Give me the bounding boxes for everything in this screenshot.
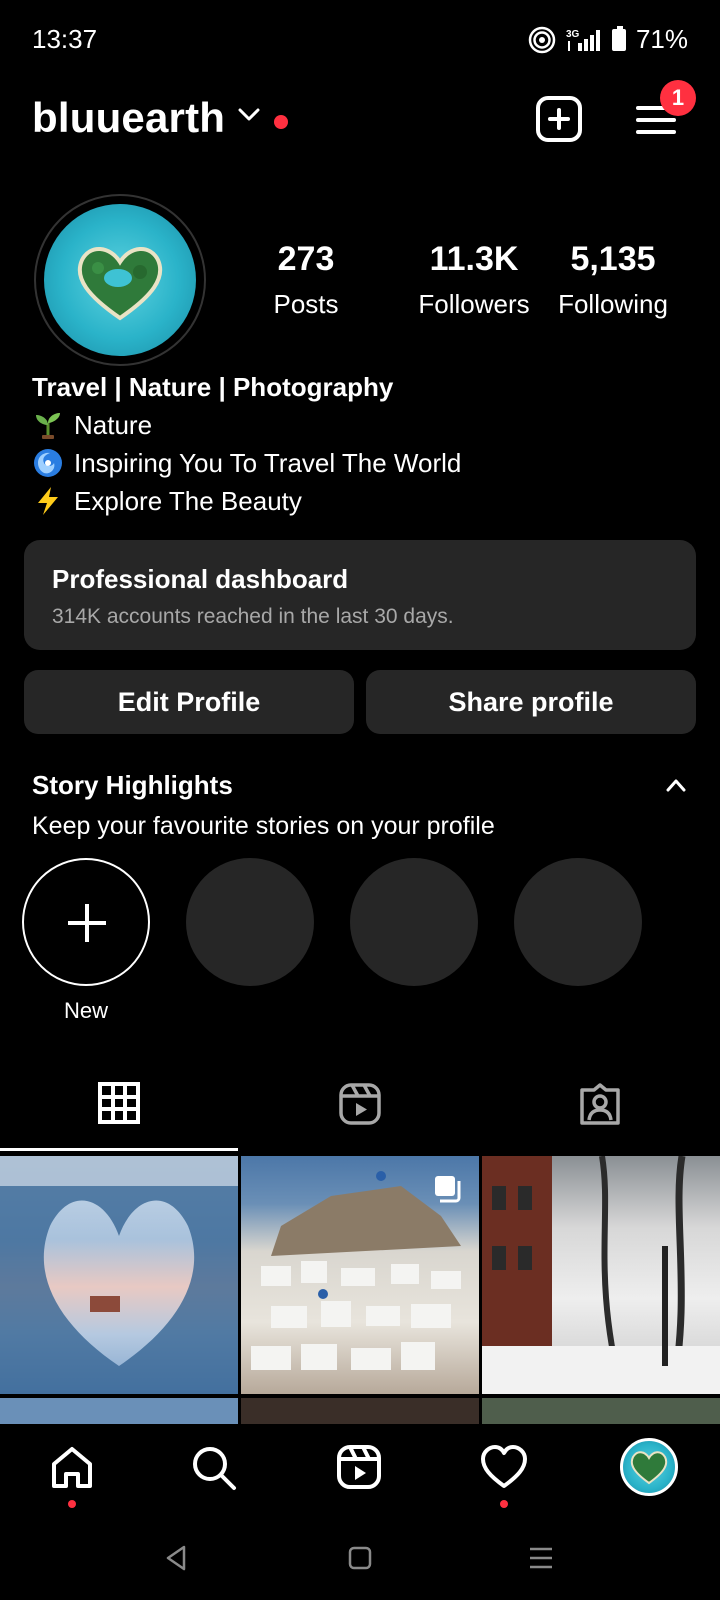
recent-apps-icon[interactable] — [528, 1544, 554, 1572]
home-icon[interactable] — [48, 1444, 96, 1492]
heart-island-image — [630, 1451, 668, 1485]
highlight-placeholder — [350, 858, 478, 986]
back-icon[interactable] — [164, 1544, 188, 1572]
dashboard-subtitle: 314K accounts reached in the last 30 day… — [52, 605, 454, 628]
share-profile-button[interactable]: Share profile — [366, 670, 696, 734]
system-navigation-bar — [0, 1524, 720, 1600]
bio-line: Explore The Beauty — [32, 482, 461, 520]
professional-dashboard-card[interactable]: Professional dashboard 314K accounts rea… — [24, 540, 696, 650]
post-thumbnail[interactable] — [0, 1398, 238, 1426]
home-button-icon[interactable] — [348, 1544, 372, 1572]
status-bar: 13:37 3G 71% — [0, 0, 720, 80]
battery-level: 71% — [635, 24, 688, 54]
bio-line-text: Nature — [74, 410, 153, 440]
home-notification-dot — [68, 1500, 76, 1508]
snowy-heart-trees-image — [0, 1156, 238, 1394]
cellular-signal-icon: 3G — [566, 29, 600, 51]
followers-count: 11.3K — [429, 240, 519, 278]
profile-tab-avatar[interactable] — [620, 1438, 678, 1496]
posts-stat[interactable]: 273 Posts — [262, 240, 350, 320]
heart-icon[interactable] — [480, 1444, 528, 1490]
followers-label: Followers — [418, 289, 530, 319]
profile-content-tabs — [0, 1070, 720, 1152]
following-stat[interactable]: 5,135 Following — [548, 240, 678, 320]
post-thumbnail[interactable] — [482, 1398, 720, 1426]
account-switcher-username[interactable]: bluuearth — [32, 94, 225, 142]
followers-stat[interactable]: 11.3K Followers — [394, 240, 554, 320]
tagged-icon[interactable] — [578, 1082, 622, 1126]
status-icons: 3G 71% — [528, 24, 688, 55]
notification-dot — [274, 115, 288, 129]
grid-icon[interactable] — [98, 1082, 140, 1124]
following-count: 5,135 — [570, 240, 656, 278]
profile-header: bluuearth 1 — [0, 80, 720, 150]
profile-bio: Travel | Nature | Photography Nature Ins… — [32, 368, 461, 520]
create-post-button[interactable] — [536, 96, 582, 142]
search-icon[interactable] — [190, 1444, 238, 1492]
bio-line: Inspiring You To Travel The World — [32, 444, 461, 482]
new-highlight-label: New — [63, 998, 108, 1023]
cyclone-icon — [34, 449, 62, 477]
profile-stats: 273 Posts 11.3K Followers 5,135 Followin… — [262, 240, 682, 320]
svg-text:3G: 3G — [566, 29, 580, 40]
post-thumbnail[interactable] — [0, 1156, 238, 1394]
bio-title: Travel | Nature | Photography — [32, 372, 394, 402]
story-highlights-subtitle: Keep your favourite stories on your prof… — [32, 812, 495, 840]
highlight-placeholder — [514, 858, 642, 986]
edit-profile-button[interactable]: Edit Profile — [24, 670, 354, 734]
posts-count: 273 — [277, 240, 335, 278]
bio-line-text: Explore The Beauty — [74, 486, 302, 516]
profile-picture[interactable] — [34, 194, 206, 366]
bottom-navigation — [0, 1424, 720, 1524]
heart-island-image — [77, 247, 163, 321]
chevron-down-icon[interactable] — [238, 108, 260, 122]
post-thumbnail[interactable] — [241, 1398, 479, 1426]
seedling-icon — [36, 413, 60, 439]
posts-grid — [0, 1156, 720, 1426]
new-highlight-button[interactable] — [22, 858, 150, 986]
reels-icon[interactable] — [336, 1444, 382, 1490]
post-thumbnail[interactable] — [241, 1156, 479, 1394]
activity-notification-dot — [500, 1500, 508, 1508]
post-thumbnail[interactable] — [482, 1156, 720, 1394]
following-label: Following — [558, 289, 668, 319]
carousel-icon — [435, 1176, 461, 1203]
bio-line-text: Inspiring You To Travel The World — [74, 448, 462, 478]
active-tab-indicator — [0, 1148, 238, 1151]
hotspot-icon — [528, 26, 556, 53]
lightning-icon — [38, 487, 58, 515]
chevron-up-icon[interactable] — [666, 778, 686, 792]
highlight-placeholder — [186, 858, 314, 986]
snowy-street-image — [482, 1156, 720, 1394]
battery-icon — [611, 25, 626, 51]
reels-icon[interactable] — [338, 1082, 382, 1126]
story-highlights-title: Story Highlights — [32, 770, 233, 800]
status-time: 13:37 — [32, 24, 98, 54]
menu-notification-badge: 1 — [660, 80, 696, 116]
posts-label: Posts — [273, 289, 339, 319]
bio-line: Nature — [32, 406, 461, 444]
dashboard-title: Professional dashboard — [52, 564, 349, 594]
avatar — [44, 204, 196, 356]
